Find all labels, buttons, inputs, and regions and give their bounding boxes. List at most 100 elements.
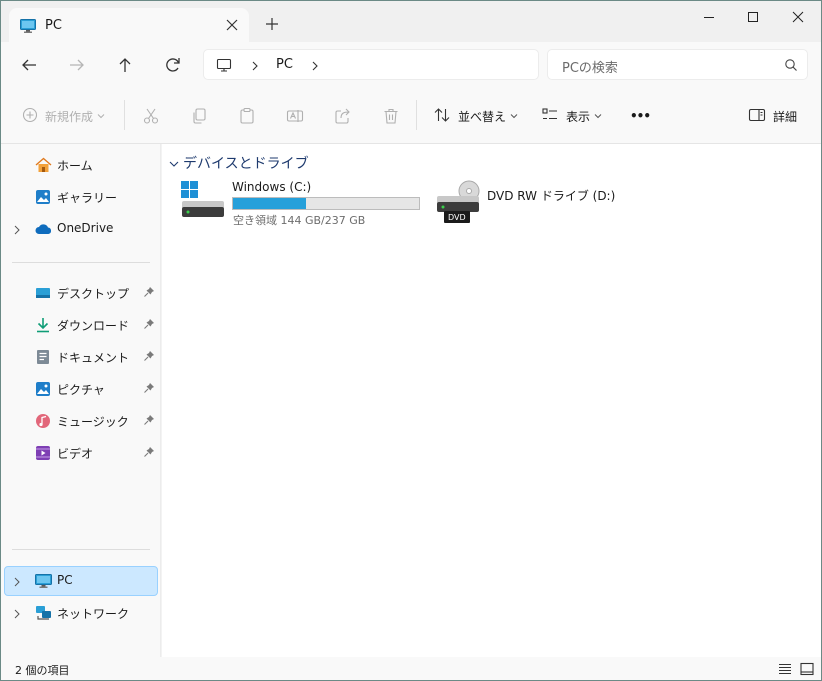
drive-free-space: 空き領域 144 GB/237 GB — [233, 214, 366, 227]
pictures-icon — [35, 381, 51, 400]
sort-arrows-icon — [433, 106, 451, 127]
search-input[interactable]: PCの検索 — [562, 57, 618, 76]
rename-icon[interactable] — [286, 105, 304, 127]
pin-icon[interactable] — [143, 382, 155, 397]
more-options-icon: ••• — [630, 109, 651, 123]
navigation-pane: ホーム ギャラリー OneDrive デスクトップ ダウンロード ドキュメント … — [1, 144, 161, 657]
document-icon — [35, 349, 51, 368]
chevron-right-icon[interactable] — [13, 576, 21, 590]
sidebar-item-label: ギャラリー — [57, 191, 118, 205]
view-button[interactable]: 表示 — [541, 105, 602, 127]
new-label: 新規作成 — [45, 109, 94, 124]
sidebar-item-videos[interactable]: ビデオ — [4, 438, 158, 468]
chevron-right-icon[interactable] — [13, 224, 21, 238]
computer-icon — [216, 57, 232, 76]
copy-icon[interactable] — [190, 105, 208, 127]
close-window-icon[interactable] — [785, 7, 811, 29]
tiles-view-icon[interactable] — [799, 661, 815, 677]
storage-bar-fill — [233, 198, 306, 209]
toolbar-divider — [416, 100, 417, 130]
more-options-button[interactable]: ••• — [630, 105, 651, 127]
music-icon — [35, 413, 51, 432]
chevron-down-icon — [510, 109, 518, 123]
sidebar-item-label: ミュージック — [57, 415, 129, 429]
details-pane-icon — [748, 106, 766, 127]
refresh-icon[interactable] — [161, 53, 185, 77]
chevron-down-icon — [97, 109, 105, 123]
chevron-right-icon[interactable] — [13, 608, 21, 622]
drive-c[interactable]: Windows (C:) 空き領域 144 GB/237 GB — [180, 178, 442, 228]
monitor-icon — [35, 573, 52, 592]
cut-icon[interactable] — [142, 105, 160, 127]
sidebar-item-label: OneDrive — [57, 221, 114, 235]
minimize-icon[interactable] — [696, 7, 722, 29]
pin-icon[interactable] — [143, 318, 155, 333]
details-button[interactable]: 詳細 — [748, 105, 797, 127]
sidebar-divider — [12, 262, 150, 263]
pin-icon[interactable] — [143, 286, 155, 301]
paste-icon[interactable] — [238, 105, 256, 127]
search-icon[interactable] — [784, 58, 798, 75]
forward-arrow-icon[interactable] — [65, 53, 89, 77]
sidebar-item-documents[interactable]: ドキュメント — [4, 342, 158, 372]
sidebar-item-downloads[interactable]: ダウンロード — [4, 310, 158, 340]
breadcrumb-pc[interactable]: PC — [276, 57, 293, 72]
home-icon — [35, 157, 52, 176]
delete-icon[interactable] — [382, 105, 400, 127]
navigation-bar: PC PCの検索 — [1, 42, 821, 88]
close-tab-icon[interactable] — [222, 15, 242, 35]
up-arrow-icon[interactable] — [113, 53, 137, 77]
tab-title: PC — [45, 18, 62, 33]
sidebar-item-pictures[interactable]: ピクチャ — [4, 374, 158, 404]
view-label: 表示 — [566, 109, 591, 124]
chevron-down-icon[interactable] — [169, 157, 179, 171]
network-icon — [35, 605, 52, 624]
title-bar: PC — [1, 1, 821, 42]
storage-bar — [232, 197, 420, 210]
command-bar: 新規作成 並べ替え 表示 ••• 詳細 — [1, 88, 821, 144]
back-arrow-icon[interactable] — [17, 53, 41, 77]
details-label: 詳細 — [773, 109, 798, 124]
item-count: 2 個の項目 — [15, 664, 70, 677]
dvd-badge: DVD — [448, 213, 466, 222]
chevron-right-icon[interactable] — [250, 60, 260, 74]
new-button[interactable]: 新規作成 — [22, 105, 105, 127]
sidebar-item-label: ドキュメント — [57, 351, 130, 365]
group-header[interactable]: デバイスとドライブ — [183, 153, 309, 173]
sidebar-item-label: ネットワーク — [57, 607, 130, 621]
pin-icon[interactable] — [143, 350, 155, 365]
drive-name: DVD RW ドライブ (D:) — [487, 189, 616, 203]
sidebar-item-label: ビデオ — [57, 447, 94, 461]
pin-icon[interactable] — [143, 446, 155, 461]
chevron-right-icon[interactable] — [310, 60, 320, 74]
content-pane: デバイスとドライブ Windows (C:) 空き領域 144 GB/237 G… — [162, 144, 821, 657]
sidebar-item-home[interactable]: ホーム — [4, 150, 158, 180]
sidebar-item-gallery[interactable]: ギャラリー — [4, 182, 158, 212]
address-bar[interactable]: PC — [203, 49, 539, 80]
desktop-icon — [35, 285, 51, 304]
sidebar-item-music[interactable]: ミュージック — [4, 406, 158, 436]
sidebar-item-label: ピクチャ — [57, 383, 105, 397]
drive-d[interactable]: DVD DVD RW ドライブ (D:) — [435, 178, 615, 228]
sidebar-item-pc[interactable]: PC — [4, 566, 158, 596]
sidebar-item-label: ホーム — [57, 159, 93, 173]
pin-icon[interactable] — [143, 414, 155, 429]
sidebar-item-network[interactable]: ネットワーク — [4, 598, 158, 628]
search-box[interactable]: PCの検索 — [547, 49, 808, 80]
sidebar-item-onedrive[interactable]: OneDrive — [4, 214, 158, 244]
new-tab-icon[interactable] — [263, 15, 281, 33]
maximize-icon[interactable] — [740, 7, 766, 29]
onedrive-cloud-icon — [35, 221, 52, 240]
plus-circle-icon — [22, 107, 38, 126]
sidebar-item-label: デスクトップ — [57, 287, 130, 301]
sidebar-item-desktop[interactable]: デスクトップ — [4, 278, 158, 308]
chevron-down-icon — [594, 109, 602, 123]
toolbar-divider — [124, 100, 125, 130]
tab-pc[interactable]: PC — [9, 8, 249, 42]
sidebar-divider — [12, 549, 150, 550]
details-view-icon[interactable] — [777, 661, 793, 677]
share-icon[interactable] — [334, 105, 352, 127]
sort-button[interactable]: 並べ替え — [433, 105, 518, 127]
gallery-icon — [35, 189, 51, 208]
video-icon — [35, 445, 51, 464]
